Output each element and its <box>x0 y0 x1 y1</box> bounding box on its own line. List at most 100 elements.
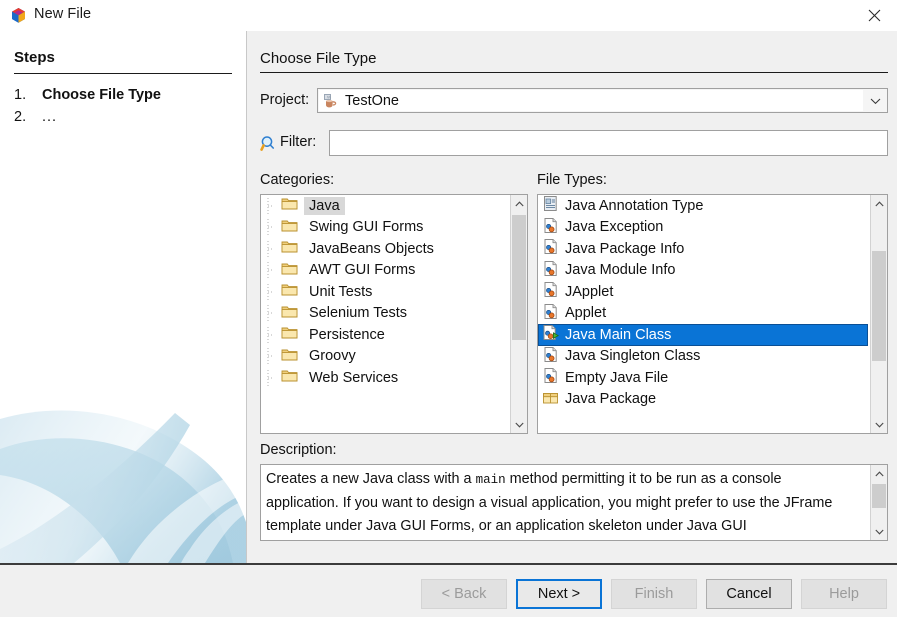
file-type-list-item[interactable]: Java Main Class <box>538 324 868 346</box>
next-button[interactable]: Next > <box>516 579 602 609</box>
java-package-icon <box>542 389 559 410</box>
folder-icon <box>281 346 298 367</box>
file-type-list-item[interactable]: Java Singleton Class <box>538 346 870 368</box>
close-icon[interactable] <box>851 0 897 31</box>
file-types-list[interactable]: Java Annotation Type Java Exception Java P… <box>538 195 870 433</box>
scroll-down-icon[interactable] <box>511 416 527 433</box>
folder-icon <box>281 303 298 324</box>
file-type-list-item-label: Empty Java File <box>565 369 669 386</box>
tree-connector-icon <box>265 262 281 279</box>
file-type-list-item[interactable]: Applet <box>538 303 870 325</box>
file-type-list-item[interactable]: Java Module Info <box>538 260 870 282</box>
file-type-list-item-label: Java Package Info <box>565 240 685 257</box>
description-text: Creates a new Java class with a main met… <box>266 468 858 538</box>
netbeans-logo-icon <box>10 7 27 24</box>
categories-listbox[interactable]: Java Swing GUI Forms JavaBeans Objects AWT … <box>260 194 528 434</box>
steps-divider <box>14 73 232 74</box>
scroll-down-icon[interactable] <box>871 416 887 433</box>
folder-icon <box>281 195 298 216</box>
cancel-button[interactable]: Cancel <box>706 579 792 609</box>
category-list-item-label: Java <box>304 196 345 215</box>
project-combobox-value-area[interactable]: TestOne <box>319 90 863 111</box>
file-types-listbox[interactable]: Java Annotation Type Java Exception Java P… <box>537 194 888 434</box>
description-scrollbar[interactable] <box>870 465 887 540</box>
category-list-item-label: Selenium Tests <box>309 305 408 322</box>
file-type-list-item-label: Java Main Class <box>565 326 672 343</box>
project-value: TestOne <box>345 92 399 109</box>
java-class-file-icon <box>542 367 559 388</box>
description-text-mono: main <box>475 473 506 487</box>
content-panel: Choose File Type Project: TestOne Filter… <box>248 31 897 563</box>
scroll-up-icon[interactable] <box>511 195 527 212</box>
file-type-list-item[interactable]: JApplet <box>538 281 870 303</box>
tree-connector-icon <box>265 326 281 343</box>
category-list-item[interactable]: Java <box>261 195 510 217</box>
categories-list[interactable]: Java Swing GUI Forms JavaBeans Objects AWT … <box>261 195 510 433</box>
file-type-list-item-label: Java Singleton Class <box>565 348 701 365</box>
scrollbar-thumb[interactable] <box>872 251 886 361</box>
category-list-item-label: JavaBeans Objects <box>309 240 434 257</box>
tree-connector-icon <box>265 369 281 386</box>
scroll-up-icon[interactable] <box>871 195 887 212</box>
step-label: Choose File Type <box>42 87 161 103</box>
button-bar: < Back Next > Finish Cancel Help <box>0 565 897 617</box>
folder-icon <box>281 367 298 388</box>
tree-connector-icon <box>265 197 281 214</box>
file-types-scrollbar[interactable] <box>870 195 887 433</box>
file-type-list-item[interactable]: Empty Java File <box>538 367 870 389</box>
category-list-item[interactable]: Unit Tests <box>261 281 510 303</box>
chevron-down-icon[interactable] <box>863 89 887 112</box>
description-text-part-1: Creates a new Java class with a <box>266 471 476 487</box>
new-file-dialog: New File Steps 1. Choose File Type 2.... <box>0 0 897 617</box>
page-title: Choose File Type <box>260 50 377 67</box>
project-combobox[interactable]: TestOne <box>317 88 888 113</box>
help-button[interactable]: Help <box>801 579 887 609</box>
file-type-list-item[interactable]: Java Package <box>538 389 870 411</box>
java-coffee-cup-icon <box>323 93 339 109</box>
category-list-item[interactable]: Groovy <box>261 346 510 368</box>
step-item-1: 1. Choose File Type <box>14 87 161 103</box>
back-button[interactable]: < Back <box>421 579 507 609</box>
category-list-item[interactable]: AWT GUI Forms <box>261 260 510 282</box>
folder-icon <box>281 260 298 281</box>
file-type-list-item-label: Java Module Info <box>565 262 676 279</box>
category-list-item-label: Unit Tests <box>309 283 373 300</box>
category-list-item[interactable]: Selenium Tests <box>261 303 510 325</box>
java-class-file-icon <box>542 217 559 238</box>
category-list-item[interactable]: Persistence <box>261 324 510 346</box>
folder-icon <box>281 281 298 302</box>
file-type-list-item-label: JApplet <box>565 283 614 300</box>
categories-scrollbar[interactable] <box>510 195 527 433</box>
file-type-list-item-label: Java Exception <box>565 219 664 236</box>
scrollbar-thumb[interactable] <box>512 215 526 340</box>
scrollbar-thumb[interactable] <box>872 484 886 508</box>
tree-connector-icon <box>265 219 281 236</box>
file-type-list-item[interactable]: Java Annotation Type <box>538 195 870 217</box>
scroll-up-icon[interactable] <box>871 465 887 482</box>
title-bar: New File <box>0 0 897 31</box>
scroll-down-icon[interactable] <box>871 523 887 540</box>
file-type-list-item[interactable]: Java Exception <box>538 217 870 239</box>
file-type-list-item[interactable]: Java Package Info <box>538 238 870 260</box>
step-label: ... <box>42 109 58 125</box>
category-list-item[interactable]: Web Services <box>261 367 510 389</box>
project-label: Project: <box>260 92 310 108</box>
filter-input[interactable] <box>329 130 888 156</box>
java-annotation-file-icon <box>542 195 559 216</box>
category-list-item[interactable]: Swing GUI Forms <box>261 217 510 239</box>
java-class-file-icon <box>542 260 559 281</box>
window-title: New File <box>34 6 92 22</box>
category-list-item[interactable]: JavaBeans Objects <box>261 238 510 260</box>
finish-button[interactable]: Finish <box>611 579 697 609</box>
step-number: 1. <box>14 87 27 103</box>
category-list-item-label: Web Services <box>309 369 399 386</box>
java-class-file-icon <box>542 346 559 367</box>
file-type-list-item-label: Applet <box>565 305 607 322</box>
folder-icon <box>281 217 298 238</box>
folder-icon <box>281 238 298 259</box>
tree-connector-icon <box>265 240 281 257</box>
file-types-label: File Types: <box>537 172 607 188</box>
java-main-class-file-icon <box>542 324 559 345</box>
tree-connector-icon <box>265 283 281 300</box>
description-box[interactable]: Creates a new Java class with a main met… <box>260 464 888 541</box>
